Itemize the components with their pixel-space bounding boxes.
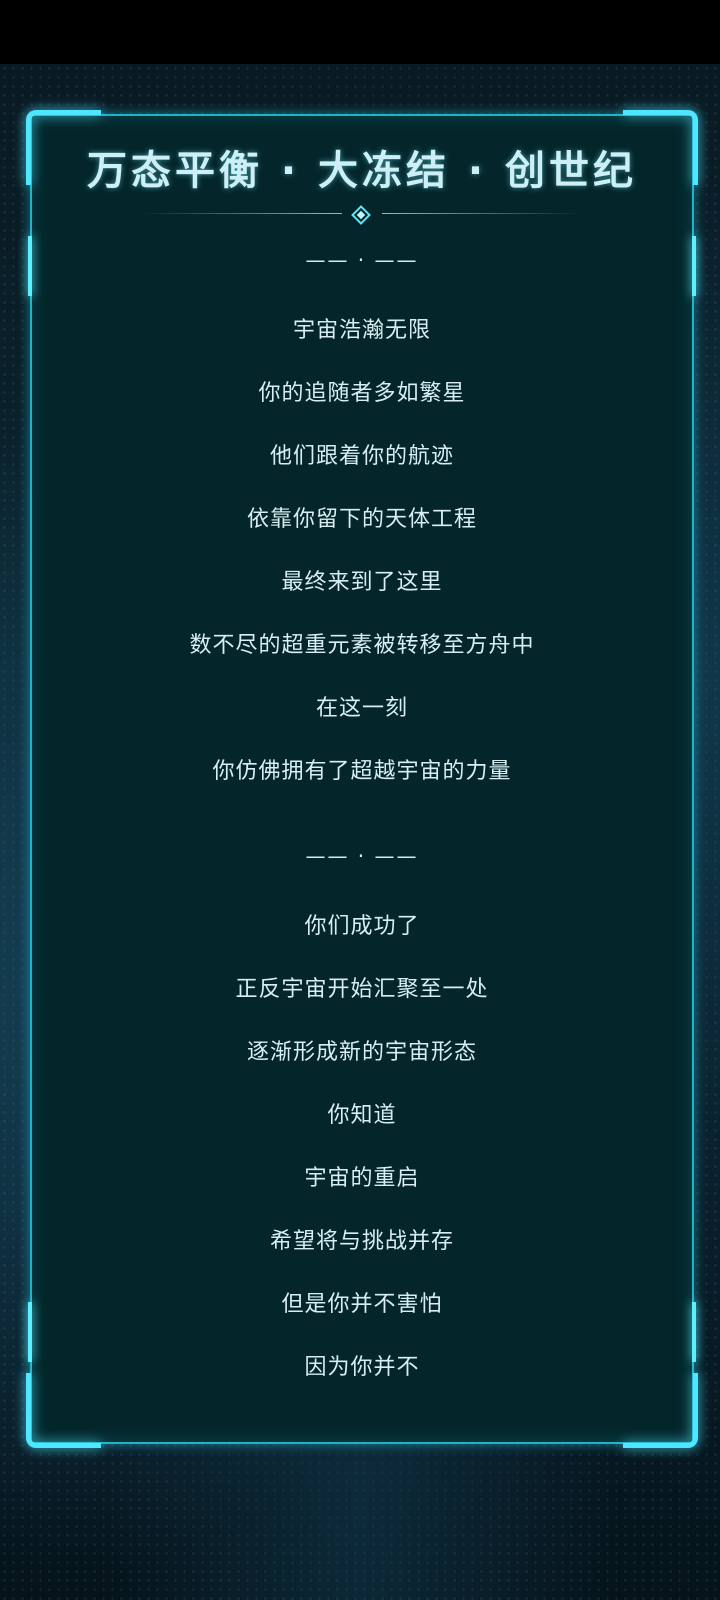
story-line: 宇宙浩瀚无限 (292, 318, 431, 343)
divider-line-left (142, 213, 342, 214)
story-line: 数不尽的超重元素被转移至方舟中 (189, 633, 535, 658)
story-line: 但是你并不害怕 (281, 1292, 443, 1317)
panel-title: 万态平衡 · 大冻结 · 创世纪 (86, 148, 638, 194)
section-separator: —— · —— (305, 248, 419, 272)
title-divider (142, 205, 582, 225)
story-panel: 万态平衡 · 大冻结 · 创世纪 —— · —— 宇宙浩瀚无限 你的追随者多如繁… (26, 110, 698, 1448)
divider-line-right (382, 213, 582, 214)
story-line: 你仿佛拥有了超越宇宙的力量 (212, 759, 512, 784)
frame-corner-bottom-left (26, 1373, 101, 1448)
status-bar (0, 0, 720, 64)
story-line: 他们跟着你的航迹 (269, 444, 454, 469)
story-line: 在这一刻 (315, 696, 408, 721)
story-line: 你们成功了 (304, 914, 420, 939)
story-line: 依靠你留下的天体工程 (246, 507, 477, 532)
story-line: 你知道 (327, 1103, 397, 1128)
story-line: 希望将与挑战并存 (269, 1229, 454, 1254)
story-line: 宇宙的重启 (304, 1166, 420, 1191)
frame-glow-right-bottom (692, 1302, 696, 1362)
frame-glow-right-top (692, 236, 696, 296)
story-line: 逐渐形成新的宇宙形态 (246, 1040, 477, 1065)
story-line: 你的追随者多如繁星 (258, 381, 466, 406)
story-line: 因为你并不 (304, 1355, 420, 1380)
story-line: 正反宇宙开始汇聚至一处 (235, 977, 489, 1002)
frame-corner-bottom-right (623, 1373, 698, 1448)
story-line: 最终来到了这里 (281, 570, 443, 595)
section-separator: —— · —— (305, 844, 419, 868)
